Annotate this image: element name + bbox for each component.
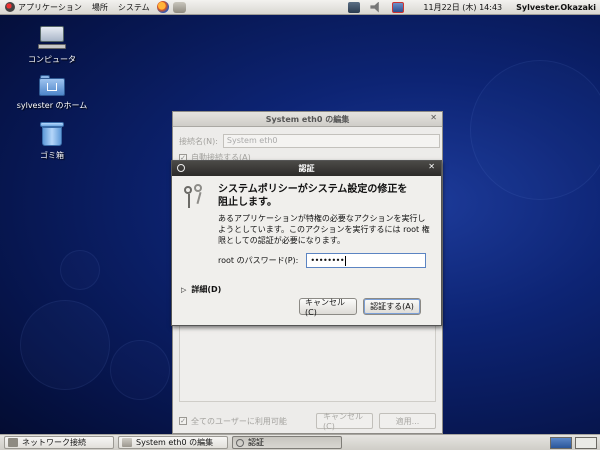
mail-icon[interactable]: [172, 1, 186, 13]
top-panel: アプリケーション 場所 システム 11月22日 (木) 14:43 Sylves…: [0, 0, 600, 15]
expand-arrow-icon: ▷: [181, 285, 187, 294]
keys-icon: [182, 184, 206, 210]
background-circle: [110, 340, 170, 400]
menu-applications[interactable]: アプリケーション: [0, 0, 87, 15]
auth-heading: システムポリシーがシステム設定の修正を阻止します。: [218, 184, 408, 208]
edit-cancel-button[interactable]: キャンセル(C): [316, 412, 373, 431]
auth-cancel-button[interactable]: キャンセル(C): [299, 298, 357, 317]
desktop-icon-label: コンピュータ: [28, 55, 76, 64]
edit-dialog-titlebar[interactable]: System eth0 の編集 ✕: [173, 112, 442, 127]
menu-system[interactable]: システム: [113, 0, 155, 15]
password-input[interactable]: ••••••••: [306, 253, 427, 268]
bottom-panel: ネットワーク接続 System eth0 の編集 認証: [0, 434, 600, 450]
network-connections-icon: [8, 438, 18, 447]
conn-name-label: 接続名(N):: [179, 136, 218, 146]
window-icon: [122, 438, 132, 447]
auth-dialog-titlebar[interactable]: 認証 ✕: [172, 161, 441, 176]
clock[interactable]: 11月22日 (木) 14:43: [423, 2, 502, 13]
volume-icon[interactable]: [370, 1, 379, 13]
taskbar-item-label: System eth0 の編集: [136, 438, 214, 447]
background-circle: [60, 250, 100, 290]
all-users-label: 全てのユーザーに利用可能: [191, 416, 287, 426]
workspace-1[interactable]: [550, 436, 572, 449]
menu-applications-label: アプリケーション: [18, 2, 82, 12]
workspace-2[interactable]: [575, 436, 597, 449]
taskbar-item-edit[interactable]: System eth0 の編集: [118, 436, 228, 449]
network-icon[interactable]: [348, 1, 361, 13]
background-circle: [470, 60, 600, 200]
edit-apply-button[interactable]: 適用...: [379, 413, 436, 429]
home-folder-icon: [39, 74, 65, 96]
firefox-icon[interactable]: [156, 1, 169, 13]
auth-description: あるアプリケーションが特権の必要なアクションを実行しようとしています。このアクシ…: [218, 214, 430, 245]
auth-dialog-title: 認証: [298, 164, 315, 173]
taskbar-item-auth[interactable]: 認証: [232, 436, 342, 449]
background-circle: [20, 300, 110, 390]
auth-dialog: 認証 ✕ システムポリシーがシステム設定の修正を阻止します。 あるアプリケーショ…: [171, 160, 442, 326]
desktop-icon-home[interactable]: sylvester のホーム: [2, 74, 102, 111]
updates-icon[interactable]: [392, 1, 405, 13]
desktop-icon-label: sylvester のホーム: [16, 101, 88, 110]
trash-icon: [40, 122, 64, 146]
search-icon: [177, 164, 185, 172]
search-icon: [236, 438, 244, 447]
edit-dialog-title: System eth0 の編集: [265, 114, 350, 124]
details-expander[interactable]: ▷ 詳細(D): [181, 284, 221, 295]
desktop-icon-computer[interactable]: コンピュータ: [2, 26, 102, 65]
desktop-icon-label: ゴミ箱: [40, 151, 64, 160]
authenticate-button[interactable]: 認証する(A): [363, 298, 421, 315]
desktop-icon-trash[interactable]: ゴミ箱: [2, 122, 102, 161]
menu-places[interactable]: 場所: [87, 0, 113, 15]
taskbar-item-label: 認証: [248, 438, 264, 447]
close-icon[interactable]: ✕: [430, 113, 437, 122]
conn-name-field[interactable]: System eth0: [222, 134, 440, 148]
computer-icon: [38, 26, 66, 50]
taskbar-item-label: ネットワーク接続: [22, 438, 86, 447]
close-icon[interactable]: ✕: [428, 162, 435, 171]
all-users-checkbox[interactable]: ✓: [179, 417, 187, 425]
taskbar-item-network[interactable]: ネットワーク接続: [4, 436, 114, 449]
details-label: 詳細(D): [191, 285, 222, 294]
user-menu[interactable]: Sylvester.Okazaki: [516, 3, 596, 12]
redhat-logo-icon: [5, 2, 15, 12]
password-label: root のパスワード(P):: [218, 256, 299, 265]
